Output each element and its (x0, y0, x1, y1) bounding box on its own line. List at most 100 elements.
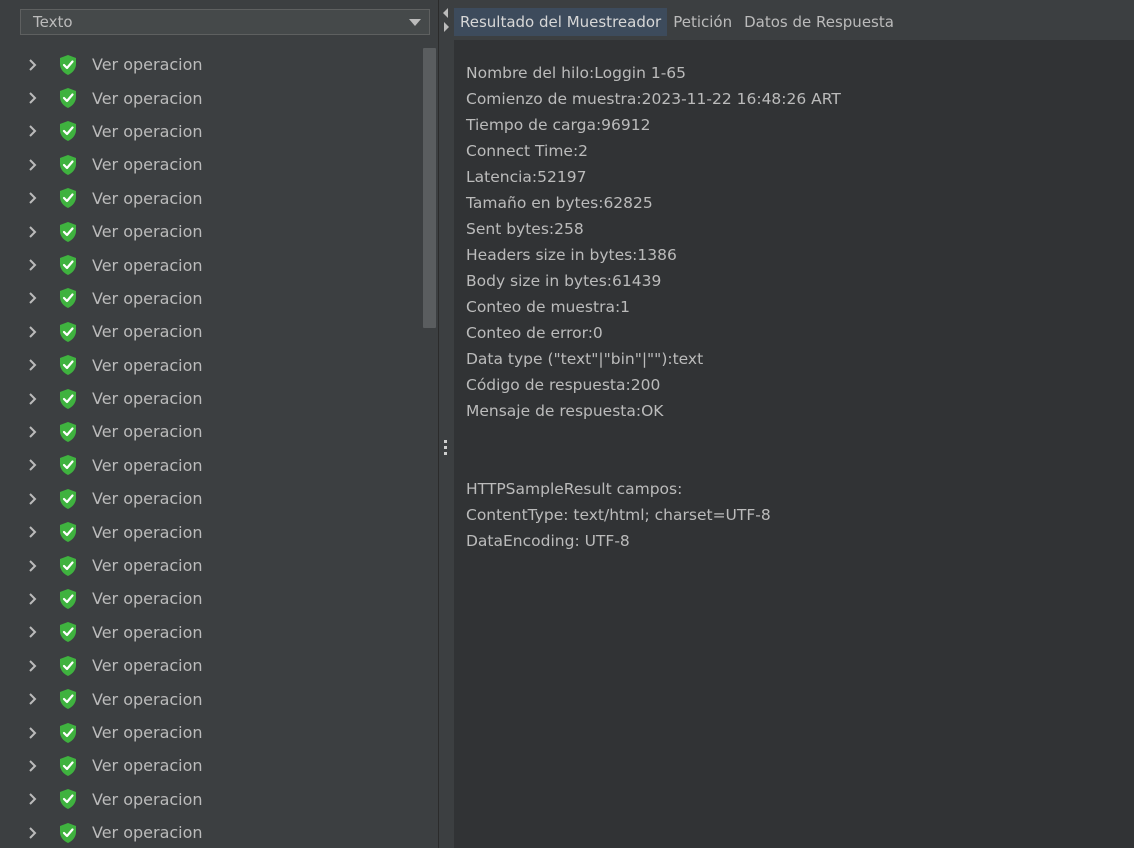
tree-item[interactable]: Ver operacion (20, 816, 420, 848)
chevron-right-icon[interactable] (26, 325, 40, 339)
tree-item-label: Ver operacion (92, 88, 203, 108)
expand-right-icon[interactable] (444, 22, 449, 32)
view-results-tree-window: Texto Ver operacion Ver operacion Ver oper… (0, 0, 1134, 848)
green-shield-check-icon (58, 154, 78, 176)
chevron-right-icon[interactable] (26, 792, 40, 806)
tree-item-label: Ver operacion (92, 823, 203, 843)
green-shield-check-icon (58, 221, 78, 243)
chevron-right-icon[interactable] (26, 58, 40, 72)
tree-item[interactable]: Ver operacion (20, 81, 420, 114)
tree-item[interactable]: Ver operacion (20, 482, 420, 515)
chevron-right-icon[interactable] (26, 458, 40, 472)
chevron-right-icon[interactable] (26, 625, 40, 639)
chevron-right-icon[interactable] (26, 525, 40, 539)
sample-results-tree[interactable]: Ver operacion Ver operacion Ver operacion V… (20, 48, 420, 848)
tree-item-label: Ver operacion (92, 55, 203, 75)
result-line: HTTPSampleResult campos: (466, 480, 683, 498)
split-pane-divider[interactable] (439, 0, 454, 848)
result-line: Latencia:52197 (466, 168, 587, 186)
tree-item-label: Ver operacion (92, 322, 203, 342)
tree-item-label: Ver operacion (92, 756, 203, 776)
tree-item[interactable]: Ver operacion (20, 616, 420, 649)
chevron-right-icon[interactable] (26, 592, 40, 606)
tree-item[interactable]: Ver operacion (20, 382, 420, 415)
green-shield-check-icon (58, 287, 78, 309)
tree-item-label: Ver operacion (92, 789, 203, 809)
green-shield-check-icon (58, 488, 78, 510)
tab-sampler-result[interactable]: Resultado del Muestreador (454, 8, 668, 36)
tree-item-label: Ver operacion (92, 455, 203, 475)
chevron-right-icon[interactable] (26, 659, 40, 673)
tree-item[interactable]: Ver operacion (20, 248, 420, 281)
tree-item-label: Ver operacion (92, 355, 203, 375)
renderer-select[interactable]: Texto (20, 9, 430, 35)
tree-item[interactable]: Ver operacion (20, 315, 420, 348)
result-line (466, 450, 841, 476)
tree-item-label: Ver operacion (92, 422, 203, 442)
chevron-right-icon[interactable] (26, 258, 40, 272)
chevron-right-icon[interactable] (26, 425, 40, 439)
chevron-right-icon[interactable] (26, 291, 40, 305)
tree-item[interactable]: Ver operacion (20, 415, 420, 448)
tree-item[interactable]: Ver operacion (20, 349, 420, 382)
green-shield-check-icon (58, 54, 78, 76)
sampler-result-text-area[interactable]: Nombre del hilo:Loggin 1-65 Comienzo de m… (454, 40, 1134, 848)
drag-handle-icon[interactable] (444, 440, 448, 458)
chevron-right-icon[interactable] (26, 759, 40, 773)
tree-item-label: Ver operacion (92, 255, 203, 275)
chevron-right-icon[interactable] (26, 91, 40, 105)
result-line: ContentType: text/html; charset=UTF-8 (466, 506, 771, 524)
tree-scrollbar[interactable] (423, 48, 436, 328)
result-line (466, 424, 841, 450)
tree-item[interactable]: Ver operacion (20, 215, 420, 248)
chevron-right-icon[interactable] (26, 358, 40, 372)
result-line: DataEncoding: UTF-8 (466, 532, 630, 550)
tree-item[interactable]: Ver operacion (20, 783, 420, 816)
tree-item-label: Ver operacion (92, 589, 203, 609)
chevron-right-icon[interactable] (26, 726, 40, 740)
result-line: Sent bytes:258 (466, 220, 584, 238)
renderer-select-value: Texto (33, 13, 73, 31)
tree-item[interactable]: Ver operacion (20, 549, 420, 582)
tab-response-data[interactable]: Datos de Respuesta (738, 8, 900, 36)
tree-item[interactable]: Ver operacion (20, 182, 420, 215)
tree-item[interactable]: Ver operacion (20, 282, 420, 315)
chevron-right-icon[interactable] (26, 191, 40, 205)
chevron-right-icon[interactable] (26, 826, 40, 840)
tree-item[interactable]: Ver operacion (20, 515, 420, 548)
result-line: Tamaño en bytes:62825 (466, 194, 653, 212)
tree-item[interactable]: Ver operacion (20, 682, 420, 715)
collapse-left-icon[interactable] (443, 8, 448, 18)
green-shield-check-icon (58, 120, 78, 142)
chevron-right-icon[interactable] (26, 392, 40, 406)
tree-item[interactable]: Ver operacion (20, 449, 420, 482)
tree-item-label: Ver operacion (92, 188, 203, 208)
tree-item-label: Ver operacion (92, 489, 203, 509)
tab-request[interactable]: Petición (667, 8, 738, 36)
tab-label: Resultado del Muestreador (460, 13, 662, 31)
tree-item-label: Ver operacion (92, 556, 203, 576)
tree-item[interactable]: Ver operacion (20, 148, 420, 181)
green-shield-check-icon (58, 688, 78, 710)
tree-item[interactable]: Ver operacion (20, 716, 420, 749)
tree-item[interactable]: Ver operacion (20, 115, 420, 148)
sample-detail-panel: Resultado del Muestreador Petición Datos… (454, 0, 1134, 848)
chevron-right-icon[interactable] (26, 692, 40, 706)
chevron-right-icon[interactable] (26, 559, 40, 573)
tree-item[interactable]: Ver operacion (20, 749, 420, 782)
chevron-right-icon[interactable] (26, 492, 40, 506)
chevron-right-icon[interactable] (26, 124, 40, 138)
chevron-right-icon[interactable] (26, 225, 40, 239)
green-shield-check-icon (58, 722, 78, 744)
tree-item-label: Ver operacion (92, 121, 203, 141)
tree-item[interactable]: Ver operacion (20, 582, 420, 615)
result-line: Código de respuesta:200 (466, 376, 661, 394)
tree-item[interactable]: Ver operacion (20, 48, 420, 81)
tree-item-label: Ver operacion (92, 222, 203, 242)
result-line: Connect Time:2 (466, 142, 589, 160)
tree-item-label: Ver operacion (92, 288, 203, 308)
tree-item-label: Ver operacion (92, 389, 203, 409)
chevron-right-icon[interactable] (26, 158, 40, 172)
dropdown-arrow-icon[interactable] (409, 19, 421, 26)
tree-item[interactable]: Ver operacion (20, 649, 420, 682)
